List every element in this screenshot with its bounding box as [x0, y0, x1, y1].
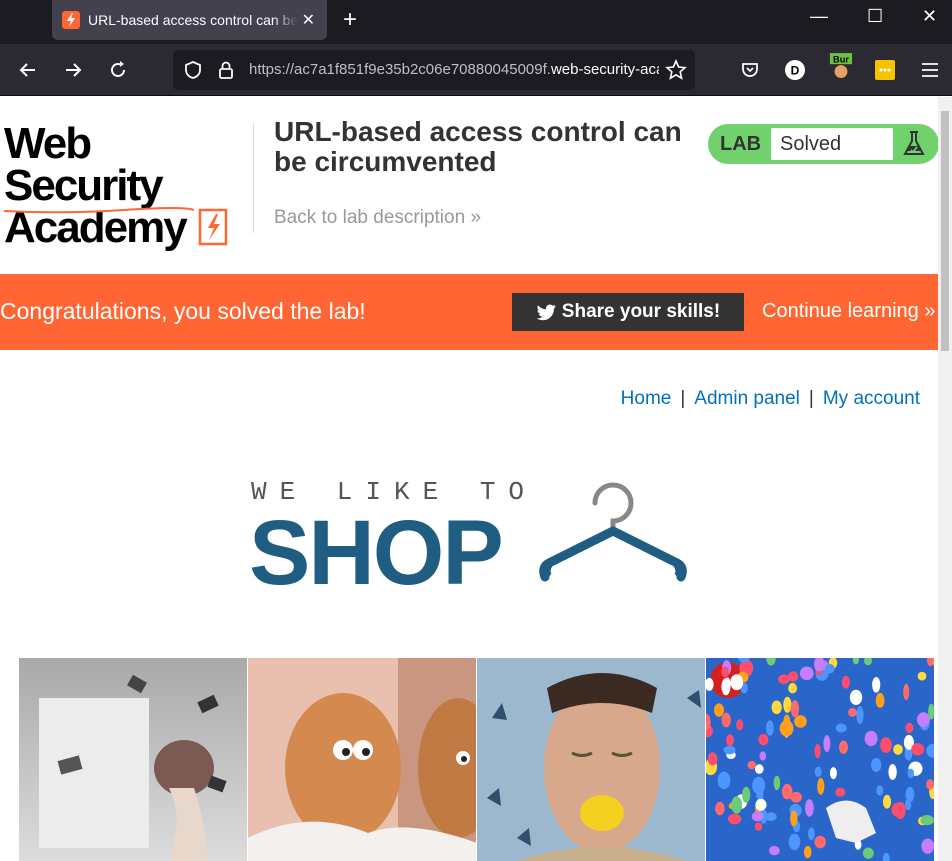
web-security-academy-logo[interactable]: Web Security Academy	[4, 122, 250, 250]
page-scrollbar[interactable]	[938, 97, 952, 861]
nav-home-link[interactable]: Home	[621, 388, 672, 409]
nav-separator: |	[680, 388, 686, 409]
password-manager-icon[interactable]	[873, 58, 897, 82]
continue-learning-link[interactable]: Continue learning »	[762, 300, 935, 323]
browser-nav-bar: https://ac7a1f851f9e35b2c06e70880045009f…	[0, 44, 952, 96]
extension-d-icon[interactable]: D	[783, 58, 807, 82]
window-close-button[interactable]: ✕	[922, 6, 937, 27]
svg-text:D: D	[791, 64, 800, 78]
product-image-books[interactable]	[19, 658, 248, 861]
share-skills-label: Share your skills!	[561, 301, 721, 322]
solved-banner: Congratulations, you solved the lab! Sha…	[0, 274, 938, 350]
nav-my-account-link[interactable]: My account	[823, 388, 920, 409]
reload-icon[interactable]	[106, 58, 130, 82]
lock-icon[interactable]	[217, 60, 235, 85]
tab-title: URL-based access control can be circumve…	[88, 12, 298, 28]
window-maximize-button[interactable]: ☐	[867, 6, 883, 27]
clothes-hanger-icon	[539, 482, 687, 582]
new-tab-button[interactable]: +	[343, 6, 357, 34]
lab-status-text: Solved	[770, 127, 894, 161]
bookmark-star-icon[interactable]	[665, 58, 687, 86]
nav-separator: |	[808, 388, 814, 409]
nav-admin-panel-link[interactable]: Admin panel	[694, 388, 800, 409]
congratulations-message: Congratulations, you solved the lab!	[0, 298, 366, 324]
browser-tab-bar: URL-based access control can be circumve…	[0, 0, 952, 44]
logo-bolt-icon	[198, 208, 228, 246]
shield-icon[interactable]	[183, 60, 203, 85]
product-image-eggs[interactable]	[248, 658, 477, 861]
pocket-icon[interactable]	[738, 58, 762, 82]
lab-title: URL-based access control can be circumve…	[274, 116, 682, 177]
url-text[interactable]: https://ac7a1f851f9e35b2c06e70880045009f…	[249, 61, 659, 78]
we-like-to-shop-logo: WE LIKE TO SHOP	[249, 477, 689, 604]
browser-tab[interactable]: URL-based access control can be circumve…	[52, 0, 327, 40]
burp-extension-icon[interactable]: Bur	[829, 53, 853, 78]
lightning-favicon-icon	[62, 11, 80, 29]
shop-word: SHOP	[249, 502, 504, 604]
logo-underline	[4, 207, 194, 214]
lab-status-widget: LAB Solved	[708, 124, 938, 164]
scrollbar-thumb[interactable]	[941, 111, 949, 351]
back-to-lab-description-link[interactable]: Back to lab description »	[274, 207, 481, 229]
flask-solved-icon	[898, 128, 930, 160]
hamburger-menu-icon[interactable]	[918, 58, 942, 82]
url-bar[interactable]: https://ac7a1f851f9e35b2c06e70880045009f…	[173, 50, 695, 90]
lab-label: LAB	[720, 133, 762, 155]
window-minimize-button[interactable]: —	[810, 6, 828, 27]
twitter-icon	[536, 304, 556, 320]
forward-arrow-icon[interactable]	[61, 58, 85, 82]
share-skills-button[interactable]: Share your skills!	[512, 293, 744, 331]
product-grid	[19, 658, 938, 861]
lab-header: Web Security Academy URL-based access co…	[0, 97, 938, 274]
back-arrow-icon[interactable]	[16, 58, 40, 82]
product-image-lemon-man[interactable]	[477, 658, 706, 861]
svg-text:Bur: Bur	[833, 54, 849, 64]
page-viewport: Web Security Academy URL-based access co…	[0, 97, 938, 861]
product-image-balloons[interactable]	[706, 658, 935, 861]
top-navigation: Home | Admin panel | My account	[621, 388, 920, 410]
tab-close-icon[interactable]: ✕	[302, 10, 315, 30]
header-divider	[253, 123, 254, 233]
